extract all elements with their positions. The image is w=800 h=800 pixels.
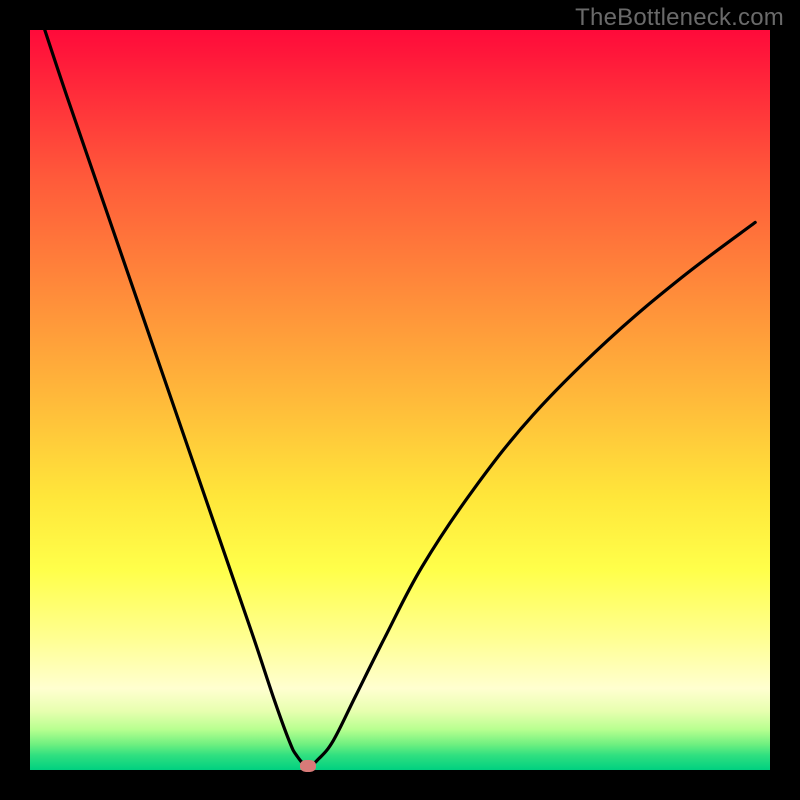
watermark-text: TheBottleneck.com: [575, 4, 784, 32]
bottleneck-curve: [30, 30, 770, 770]
chart-container: TheBottleneck.com: [0, 0, 800, 800]
plot-area: [30, 30, 770, 770]
optimal-marker: [300, 760, 316, 772]
